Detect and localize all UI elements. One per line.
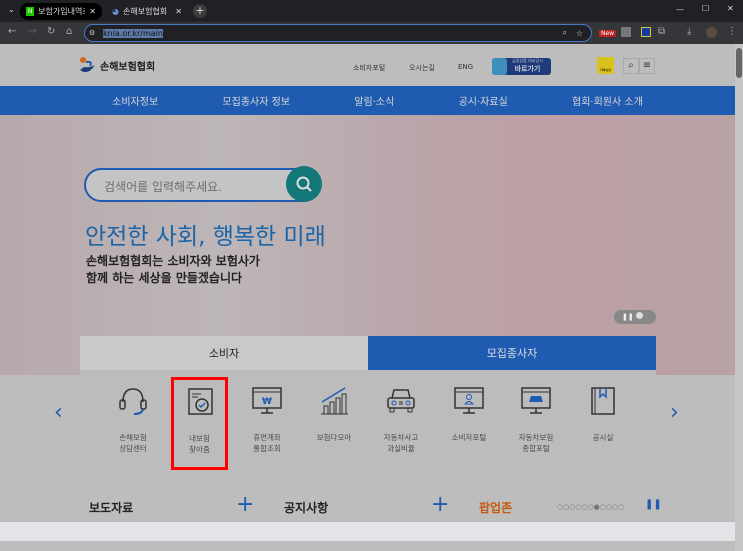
tab-list-chevron-icon[interactable]: ⌄ — [8, 5, 15, 14]
prev-arrow-icon[interactable]: ‹ — [54, 400, 63, 425]
naver-favicon-icon: N — [26, 7, 35, 16]
press-more-plus-icon[interactable]: + — [236, 492, 254, 517]
extension-new-icon[interactable]: New — [599, 30, 617, 37]
search-button[interactable] — [286, 166, 322, 202]
bottom-section: 보도자료 + 공지사항 + 팝업존 ○○○○○○●○○○○ ❚❚ — [0, 490, 735, 522]
quick-item-auto-insurance-portal[interactable]: 자동차보험 종합포털 — [505, 384, 567, 454]
close-icon[interactable]: ✕ — [89, 7, 96, 16]
tab-title: 손해보험협회 — [122, 7, 168, 16]
growth-chart-icon — [321, 387, 348, 415]
close-window-button[interactable]: ✕ — [727, 4, 734, 13]
nav-disclosure[interactable]: 공시·자료실 — [459, 93, 508, 108]
quick-menu-panel: 소비자 모집종사자 손해보험 상담센터 내보험 찾아줌 ₩ 휴면계좌 통합조회 보험다… — [80, 336, 656, 481]
divider-strip — [0, 522, 735, 541]
monitor-user-icon — [454, 387, 484, 414]
close-icon[interactable]: ✕ — [175, 7, 182, 16]
hero-headline: 안전한 사회, 행복한 미래 — [85, 224, 326, 250]
quick-item-dormant-account[interactable]: ₩ 휴면계좌 통합조회 — [236, 384, 298, 454]
knia-favicon-icon: ◕ — [112, 7, 119, 16]
header-link-consumer-portal[interactable]: 소비자포털 — [353, 63, 385, 73]
notice-more-plus-icon[interactable]: + — [431, 492, 449, 517]
search-button[interactable]: ⌕ — [623, 58, 639, 74]
extensions-puzzle-icon[interactable]: ⧉ — [658, 26, 665, 37]
maximize-button[interactable]: ☐ — [702, 4, 709, 13]
monitor-car-icon — [521, 387, 551, 414]
hero-subtitle-1: 손해보험협회는 소비자와 보험사가 — [86, 254, 260, 268]
site-info-icon[interactable]: ⚙ — [89, 29, 95, 37]
hero-subtitle-2: 함께 하는 세상을 만들겠습니다 — [86, 271, 243, 285]
extension-shield-icon[interactable] — [641, 27, 651, 37]
tab-consumer[interactable]: 소비자 — [80, 336, 368, 370]
document-check-icon — [187, 388, 213, 415]
quick-item-insurance-damoa[interactable]: 보험다모아 — [303, 384, 365, 443]
nav-news[interactable]: 알림·소식 — [354, 93, 394, 108]
quick-item-consumer-portal[interactable]: 소비자포털 — [438, 384, 500, 443]
next-arrow-icon[interactable]: › — [670, 400, 679, 425]
notice-heading: 공지사항 — [284, 501, 329, 515]
tab-recruiter[interactable]: 모집종사자 — [368, 336, 656, 370]
browser-tab-1[interactable]: N 보험가입내역조회 ✕ — [20, 3, 102, 20]
monitor-won-icon: ₩ — [252, 387, 282, 414]
url-input[interactable]: ⚙ knia.or.kr/main ⌕ ☆ — [84, 24, 592, 42]
home-icon[interactable]: ⌂ — [66, 26, 72, 37]
search-badge-icon — [492, 58, 507, 75]
header-link-eng[interactable]: ENG — [458, 63, 473, 71]
press-release-heading: 보도자료 — [89, 501, 134, 515]
new-tab-button[interactable]: + — [193, 4, 207, 18]
popup-pause-icon[interactable]: ❚❚ — [645, 499, 662, 510]
logo-mark-icon — [80, 57, 95, 73]
search-icon — [296, 176, 312, 192]
quick-item-accident-fault-ratio[interactable]: 자동차사고 과실비율 — [370, 384, 432, 454]
extension-icon[interactable] — [621, 27, 631, 37]
site-header: 손해보험협회 소비자포털 오시는길 ENG 금융상품 비교공시 바로가기 카톡상… — [0, 44, 735, 86]
forward-icon[interactable]: → — [28, 26, 36, 37]
quick-item-disclosure-room[interactable]: 공시실 — [572, 384, 634, 443]
address-toolbar: ← → ↻ ⌂ ⚙ knia.or.kr/main ⌕ ☆ New ⧉ ⤓ ⋮ — [0, 22, 743, 44]
zoom-icon[interactable]: ⌕ — [563, 28, 567, 38]
nav-consumer-info[interactable]: 소비자정보 — [112, 93, 158, 108]
search-input[interactable]: 검색어를 입력해주세요. — [84, 168, 320, 202]
popup-pagination-dots[interactable]: ○○○○○○●○○○○ — [557, 503, 624, 511]
header-link-directions[interactable]: 오시는길 — [409, 63, 435, 73]
car-icon — [387, 389, 415, 413]
download-icon[interactable]: ⤓ — [687, 26, 691, 37]
tab-title: 보험가입내역조회 — [38, 7, 85, 16]
browser-tab-2[interactable]: ◕ 손해보험협회 ✕ — [106, 3, 188, 20]
minimize-button[interactable]: — — [676, 5, 684, 14]
menu-hamburger-icon[interactable]: ≡ — [639, 58, 655, 74]
popup-zone-heading: 팝업존 — [479, 501, 513, 515]
headset-icon — [119, 388, 147, 415]
kakao-chat-button[interactable]: 카톡상담 — [597, 57, 614, 74]
browser-tab-bar: ⌄ N 보험가입내역조회 ✕ ◕ 손해보험협회 ✕ + — ☐ ✕ — [0, 0, 743, 22]
main-nav: 소비자정보 모집종사자 정보 알림·소식 공시·자료실 협회·회원사 소개 — [0, 86, 735, 115]
scrollbar[interactable] — [735, 44, 743, 551]
quick-item-find-my-insurance[interactable]: 내보험 찾아줌 — [171, 377, 228, 470]
reload-icon[interactable]: ↻ — [47, 26, 55, 37]
quick-item-counseling[interactable]: 손해보험 상담센터 — [102, 384, 164, 454]
back-icon[interactable]: ← — [8, 26, 16, 37]
bookmark-star-icon[interactable]: ☆ — [576, 29, 583, 38]
menu-kebab-icon[interactable]: ⋮ — [727, 26, 737, 37]
profile-avatar[interactable] — [706, 27, 717, 38]
cards-row — [0, 541, 735, 551]
book-icon — [591, 387, 615, 415]
logo[interactable]: 손해보험협회 — [78, 56, 155, 74]
nav-about[interactable]: 협회·회원사 소개 — [572, 93, 643, 108]
svg-text:₩: ₩ — [262, 397, 272, 407]
compare-banner-button[interactable]: 금융상품 비교공시 바로가기 — [492, 58, 551, 75]
pause-control[interactable]: ❚❚ — [614, 310, 656, 324]
nav-recruiter-info[interactable]: 모집종사자 정보 — [222, 93, 290, 108]
